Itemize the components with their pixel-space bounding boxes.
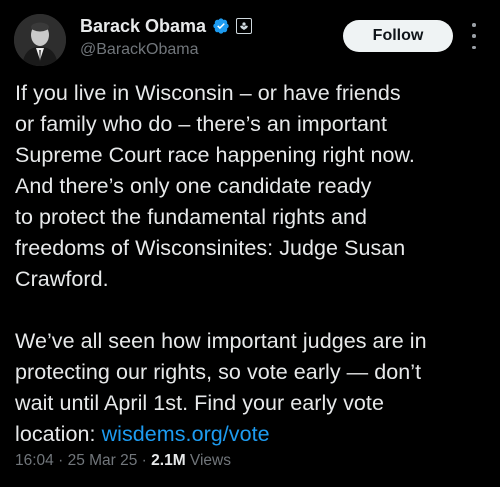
tweet-line: Crawford. [15,267,109,291]
vote-link[interactable]: wisdems.org/vote [102,422,270,446]
tweet-line-last: location: wisdems.org/vote [15,419,495,450]
more-options-icon[interactable] [470,23,478,49]
more-dot-icon [472,34,476,38]
author-name-row: Barack Obama [80,14,253,38]
avatar-portrait [14,14,66,66]
verified-badge-icon[interactable] [212,17,230,35]
government-affiliation-icon[interactable] [236,18,253,34]
author-display-name[interactable]: Barack Obama [80,16,206,37]
tweet-line: If you live in Wisconsin – or have frien… [15,81,401,105]
tweet-time[interactable]: 16:04 [15,452,54,469]
meta-separator: · [53,452,68,469]
author-handle[interactable]: @BarackObama [80,41,199,59]
tweet-line: We’ve all seen how important judges are … [15,329,427,353]
tweet-line: or family who do – there’s an important [15,112,388,136]
tweet-line: to protect the fundamental rights and [15,205,368,229]
tweet-meta: 16:04 · 25 Mar 25 · 2.1M Views [15,452,231,470]
more-dot-icon [472,23,476,27]
views-label[interactable]: Views [186,452,231,469]
views-count[interactable]: 2.1M [151,452,185,469]
tweet-line: freedoms of Wisconsinites: Judge Susan [15,236,406,260]
tweet-line: Supreme Court race happening right now. [15,143,415,167]
meta-separator: · [137,452,152,469]
tweet-text: If you live in Wisconsin – or have frien… [15,78,495,450]
tweet-line-prefix: location: [15,422,102,446]
tweet-line: wait until April 1st. Find your early vo… [15,391,384,415]
tweet-line: protecting our rights, so vote early — d… [15,360,422,384]
more-dot-icon [472,45,476,49]
follow-button[interactable]: Follow [343,20,453,52]
tweet-line: And there’s only one candidate ready [15,174,372,198]
tweet-date[interactable]: 25 Mar 25 [68,452,138,469]
avatar[interactable] [14,14,66,66]
